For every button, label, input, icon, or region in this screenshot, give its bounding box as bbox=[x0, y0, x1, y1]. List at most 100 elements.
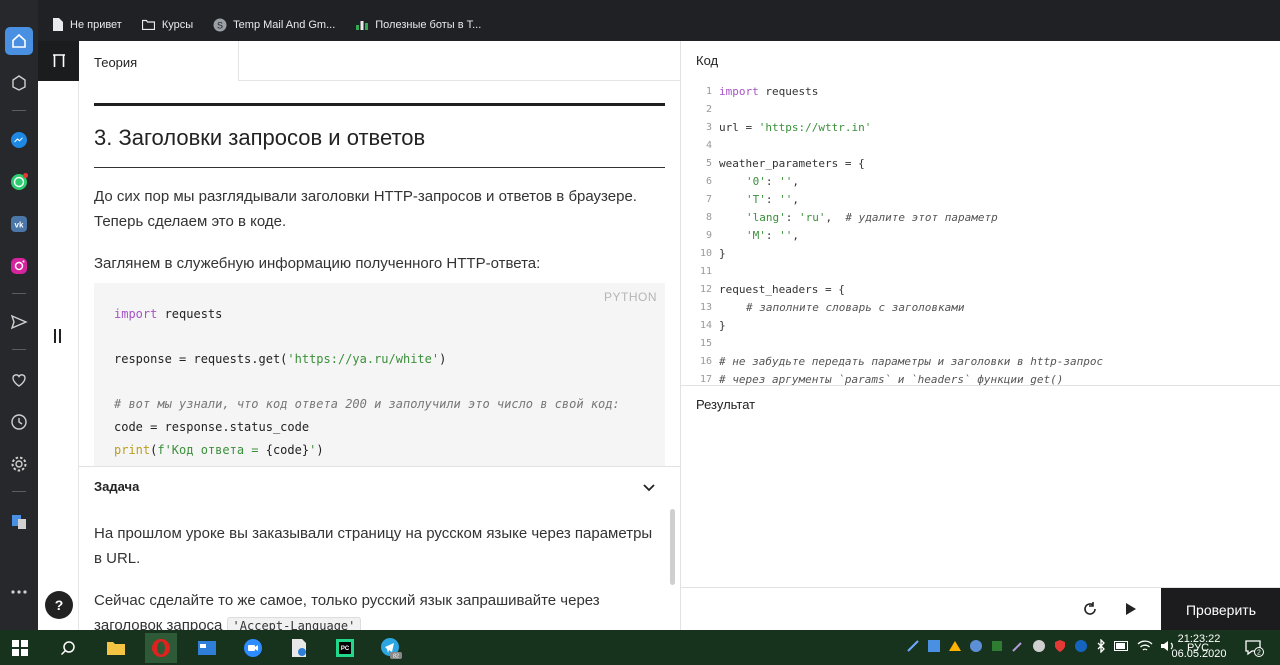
bluetooth-icon[interactable] bbox=[1095, 638, 1107, 656]
tray-app-icon[interactable] bbox=[927, 639, 941, 656]
notification-center-icon[interactable]: 2 bbox=[1238, 633, 1270, 663]
editor-line: weather_parameters = { bbox=[719, 157, 865, 170]
line-number: 9 bbox=[705, 230, 712, 241]
bookmark-label: Курсы bbox=[161, 18, 194, 31]
vk-icon[interactable]: vk bbox=[5, 210, 33, 238]
line-number: 1 bbox=[705, 86, 712, 97]
code-line: response = requests.get('https://ya.ru/w… bbox=[114, 352, 447, 366]
line-number: 11 bbox=[699, 266, 712, 277]
tray-app-icon[interactable] bbox=[1032, 639, 1046, 656]
editor-comment: # заполните словарь с заголовками bbox=[746, 301, 965, 314]
tray-app-icon[interactable] bbox=[990, 639, 1004, 656]
messenger-icon[interactable] bbox=[5, 126, 33, 154]
editor-line: 'T': '', bbox=[746, 193, 799, 206]
bookmark-temp-mail[interactable]: S Temp Mail And Gm... bbox=[213, 18, 335, 32]
section-heading: 3. Заголовки запросов и ответов bbox=[94, 125, 426, 150]
home-icon[interactable] bbox=[5, 27, 33, 55]
cube-icon[interactable] bbox=[5, 69, 33, 97]
task-header[interactable]: Задача bbox=[94, 479, 139, 494]
editor-line: url = 'https://wttr.in' bbox=[719, 121, 872, 134]
system-tray: РУС bbox=[906, 630, 1209, 665]
editor-line: 'lang': 'ru', # удалите этот параметр bbox=[746, 211, 998, 224]
editor-result-divider[interactable] bbox=[681, 385, 1280, 386]
bookmarks-bar: Не привет Курсы S Temp Mail And Gm... По… bbox=[38, 8, 1280, 41]
check-button[interactable]: Проверить bbox=[1161, 588, 1280, 631]
code-line: import requests bbox=[114, 307, 223, 321]
tray-feather-icon[interactable] bbox=[906, 639, 920, 656]
theory-code-block: PYTHON import requests response = reques… bbox=[94, 283, 665, 466]
svg-text:2: 2 bbox=[1257, 650, 1261, 657]
code-editor[interactable]: 1 2 3 4 5 6 7 8 9 10 11 12 13 14 15 16 1… bbox=[681, 81, 1280, 385]
line-number: 3 bbox=[705, 122, 712, 133]
task-paragraph-2: Сейчас сделайте то же самое, только русс… bbox=[94, 588, 654, 630]
run-icon[interactable] bbox=[1122, 600, 1140, 618]
editor-line: import requests bbox=[719, 85, 819, 98]
result-title: Результат bbox=[696, 397, 756, 412]
opera-icon[interactable] bbox=[145, 633, 177, 663]
lesson-menu-button[interactable] bbox=[38, 41, 79, 81]
editor-line: } bbox=[719, 247, 726, 260]
tray-shield-icon[interactable] bbox=[1053, 639, 1067, 656]
reset-icon[interactable] bbox=[1081, 600, 1099, 618]
translate-icon[interactable] bbox=[5, 508, 33, 536]
editor-line: } bbox=[719, 319, 726, 332]
tab-theory[interactable]: Теория bbox=[79, 41, 239, 81]
code-line: code = response.status_code bbox=[114, 420, 310, 434]
chart-icon bbox=[355, 18, 369, 32]
editor-comment: # не забудьте передать параметры и загол… bbox=[719, 355, 1104, 368]
line-number: 17 bbox=[699, 374, 712, 385]
clock-icon[interactable] bbox=[5, 408, 33, 436]
tray-app-icon[interactable] bbox=[969, 639, 983, 656]
line-number: 7 bbox=[705, 194, 712, 205]
svg-text:S: S bbox=[217, 20, 223, 30]
windows-taskbar: PC 82 РУС 21:23:22 06.05.2020 2 bbox=[0, 630, 1280, 665]
app-sidebar: vk bbox=[0, 0, 38, 630]
help-button[interactable]: ? bbox=[45, 591, 73, 619]
code-comment: # вот мы узнали, что код ответа 200 и за… bbox=[114, 397, 620, 411]
svg-text:82: 82 bbox=[393, 654, 399, 660]
windows-start-icon[interactable] bbox=[4, 633, 36, 663]
zoom-icon[interactable] bbox=[237, 633, 269, 663]
editor-comment: # через аргументы `params` и `headers` ф… bbox=[719, 373, 1064, 385]
file-explorer-icon[interactable] bbox=[100, 633, 132, 663]
send-icon[interactable] bbox=[5, 308, 33, 336]
section-rule-bottom bbox=[94, 167, 665, 168]
more-icon[interactable] bbox=[5, 578, 33, 606]
lesson-side-strip: ? bbox=[38, 41, 79, 630]
panel-resize-handle[interactable] bbox=[53, 329, 63, 348]
app-window-icon[interactable] bbox=[191, 633, 223, 663]
tray-app-icon[interactable] bbox=[948, 639, 962, 656]
panel-icon bbox=[52, 54, 65, 67]
line-number: 2 bbox=[705, 104, 712, 115]
chevron-down-icon[interactable] bbox=[641, 479, 657, 495]
task-scrollbar[interactable] bbox=[670, 509, 675, 585]
line-number: 12 bbox=[699, 284, 712, 295]
battery-icon[interactable] bbox=[1114, 641, 1130, 654]
document-icon[interactable] bbox=[283, 633, 315, 663]
line-number: 6 bbox=[705, 176, 712, 187]
tray-pen-icon[interactable] bbox=[1011, 639, 1025, 656]
instagram-icon[interactable] bbox=[5, 252, 33, 280]
heart-icon[interactable] bbox=[5, 366, 33, 394]
line-number: 14 bbox=[699, 320, 712, 331]
line-number: 16 bbox=[699, 356, 712, 367]
clock-date: 06.05.2020 bbox=[1171, 648, 1227, 660]
line-number: 10 bbox=[699, 248, 712, 259]
whatsapp-icon[interactable] bbox=[5, 168, 33, 196]
folder-icon bbox=[142, 18, 156, 32]
code-panel: Код 1 2 3 4 5 6 7 8 9 10 11 12 13 14 15 … bbox=[680, 41, 1280, 631]
bookmark-ne-privet[interactable]: Не привет bbox=[50, 18, 122, 32]
bookmark-kursy[interactable]: Курсы bbox=[142, 18, 193, 32]
pycharm-icon[interactable]: PC bbox=[329, 633, 361, 663]
bookmark-useful-bots[interactable]: Полезные боты в Т... bbox=[355, 18, 481, 32]
theory-paragraph-1: До сих пор мы разглядывали заголовки HTT… bbox=[94, 188, 637, 230]
telegram-icon[interactable]: 82 bbox=[375, 633, 407, 663]
editor-bottom-bar: Проверить bbox=[681, 587, 1280, 631]
line-number: 15 bbox=[699, 338, 712, 349]
system-clock[interactable]: 21:23:22 06.05.2020 bbox=[1168, 632, 1230, 662]
gear-icon[interactable] bbox=[5, 450, 33, 478]
wifi-icon[interactable] bbox=[1137, 639, 1153, 656]
editor-line: '0': '', bbox=[746, 175, 799, 188]
search-icon[interactable] bbox=[52, 633, 84, 663]
tray-app-icon[interactable] bbox=[1074, 639, 1088, 656]
